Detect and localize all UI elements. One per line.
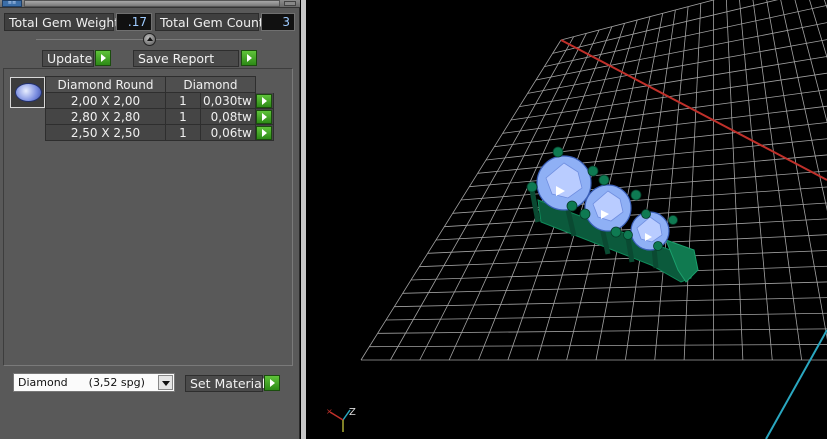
gem-table-header: Diamond Round Diamond bbox=[45, 76, 274, 93]
table-row[interactable]: 2,50 X 2,50 1 0,06tw bbox=[45, 124, 274, 141]
panel-titlebar: ≡≡ bbox=[0, 0, 300, 8]
y-axis-line bbox=[765, 329, 827, 439]
gem-size: 2,50 X 2,50 bbox=[45, 124, 166, 141]
axis-z-label: Z bbox=[349, 407, 356, 418]
update-go-icon[interactable] bbox=[95, 50, 111, 66]
grid-line bbox=[460, 170, 827, 201]
material-dropdown[interactable]: Diamond (3,52 spg) bbox=[13, 373, 175, 392]
grid-line bbox=[766, 0, 827, 340]
gem-qty: 1 bbox=[165, 108, 201, 125]
divider-collapse-icon[interactable] bbox=[143, 33, 156, 46]
total-gem-count-label: Total Gem Count bbox=[155, 13, 264, 31]
set-material-button[interactable]: Set Material bbox=[185, 375, 265, 392]
axis-gizmo-icon: × bbox=[326, 407, 351, 432]
gem-weight: 0,08tw bbox=[200, 108, 256, 125]
x-axis-line bbox=[560, 39, 827, 181]
grid-line bbox=[739, 0, 773, 361]
perspective-grid: × bbox=[326, 0, 827, 439]
panel-tab[interactable] bbox=[24, 0, 280, 7]
svg-text:×: × bbox=[326, 407, 333, 416]
gem-report-panel: ≡≡ Total Gem Weight .17 Total Gem Count … bbox=[0, 0, 300, 439]
grid-line bbox=[494, 105, 827, 148]
gem-weight: 0,030tw bbox=[200, 92, 256, 109]
material-dropdown-value: Diamond (3,52 spg) bbox=[18, 376, 145, 389]
gem-thumbnail-icon[interactable] bbox=[10, 77, 45, 108]
gem-qty: 1 bbox=[165, 124, 201, 141]
grid-line bbox=[385, 312, 827, 321]
gem-qty: 1 bbox=[165, 92, 201, 109]
grid-line bbox=[535, 22, 827, 81]
grid-line bbox=[477, 138, 827, 174]
update-button[interactable]: Update bbox=[42, 50, 94, 67]
header-spacer bbox=[254, 76, 274, 93]
diamond-round-icon bbox=[15, 83, 42, 102]
grid-line bbox=[394, 297, 827, 308]
dropdown-arrow-icon[interactable] bbox=[158, 375, 173, 390]
total-gem-count-value: 3 bbox=[261, 13, 295, 31]
panel-menu-icon[interactable]: ≡≡ bbox=[2, 0, 22, 7]
total-gem-weight-label: Total Gem Weight bbox=[4, 13, 119, 31]
table-row[interactable]: 2,80 X 2,80 1 0,08tw bbox=[45, 108, 274, 125]
gem-size: 2,80 X 2,80 bbox=[45, 108, 166, 125]
gem-table: Diamond Round Diamond 2,00 X 2,00 1 0,03… bbox=[45, 76, 274, 141]
row-go-cell bbox=[254, 124, 274, 141]
row-go-cell bbox=[254, 108, 274, 125]
grid-line bbox=[369, 344, 827, 348]
grid-line bbox=[780, 0, 827, 211]
gem-large bbox=[536, 155, 592, 211]
3d-viewport[interactable]: × Z bbox=[301, 0, 827, 439]
panel-close-button[interactable] bbox=[284, 1, 296, 6]
go-arrow-icon[interactable] bbox=[256, 109, 273, 124]
gem-small bbox=[630, 211, 670, 251]
gem-size: 2,00 X 2,00 bbox=[45, 92, 166, 109]
grid-line bbox=[402, 281, 827, 294]
header-material: Diamond bbox=[165, 76, 256, 93]
go-arrow-icon[interactable] bbox=[256, 93, 273, 108]
save-report-button[interactable]: Save Report bbox=[133, 50, 239, 67]
save-report-go-icon[interactable] bbox=[241, 50, 257, 66]
table-row[interactable]: 2,00 X 2,00 1 0,030tw bbox=[45, 92, 274, 109]
grid-lines bbox=[360, 0, 827, 361]
gem-weight: 0,06tw bbox=[200, 124, 256, 141]
total-gem-weight-value: .17 bbox=[116, 13, 152, 31]
header-shape: Diamond Round bbox=[45, 76, 166, 93]
row-go-cell bbox=[254, 92, 274, 109]
gem-medium bbox=[584, 184, 632, 232]
go-arrow-icon[interactable] bbox=[256, 125, 273, 140]
grid-line bbox=[809, 0, 827, 59]
grid-line bbox=[725, 0, 744, 361]
set-material-go-icon[interactable] bbox=[264, 375, 280, 391]
grid-line bbox=[552, 0, 779, 54]
